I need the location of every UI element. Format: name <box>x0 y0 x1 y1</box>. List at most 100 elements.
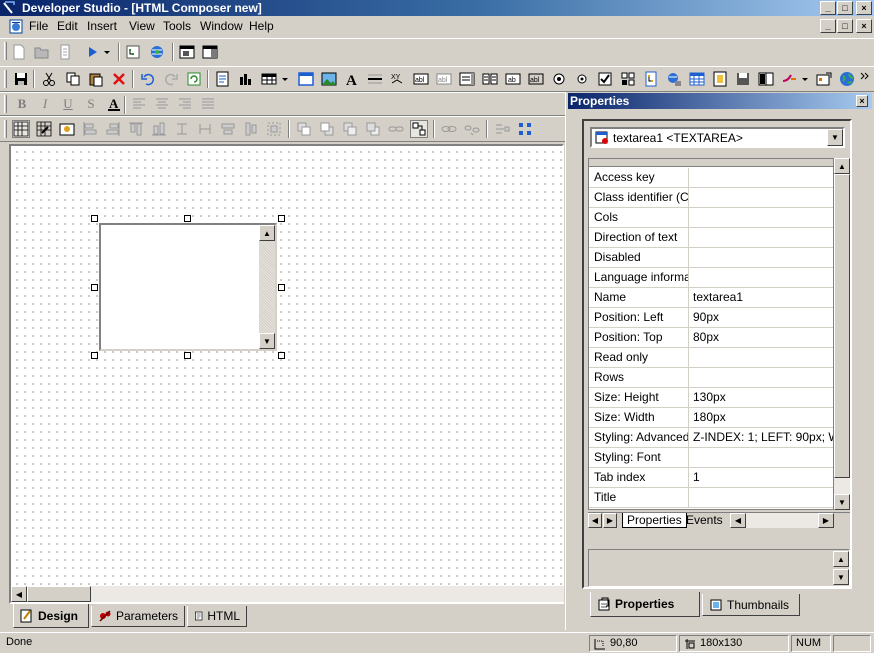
property-row[interactable]: Size: Height 130px <box>589 388 833 408</box>
menu-help[interactable]: Help <box>249 19 274 33</box>
object-selector[interactable]: textarea1 <TEXTAREA> ▼ <box>590 127 845 148</box>
image-icon[interactable] <box>320 70 338 88</box>
redo-icon[interactable] <box>162 70 180 88</box>
property-value[interactable] <box>693 208 833 228</box>
scroll-left-icon[interactable]: ◀ <box>11 586 27 602</box>
property-row[interactable]: Size: Width 180px <box>589 408 833 428</box>
checkbox-icon[interactable] <box>596 70 614 88</box>
resize-handle-s[interactable] <box>184 352 191 359</box>
web-component-icon[interactable] <box>148 43 166 61</box>
document-icon[interactable] <box>8 19 24 34</box>
toolbar-grip[interactable] <box>4 42 7 60</box>
underline-icon[interactable]: U <box>59 95 77 113</box>
resize-handle-se[interactable] <box>278 352 285 359</box>
table-dropdown-icon[interactable] <box>280 70 290 88</box>
link-icon[interactable] <box>387 120 405 138</box>
save-icon[interactable] <box>12 70 30 88</box>
resize-handle-sw[interactable] <box>91 352 98 359</box>
grid-settings-icon[interactable] <box>58 120 76 138</box>
absolute-position-icon[interactable] <box>410 120 428 138</box>
align-right-icon[interactable] <box>176 95 194 113</box>
property-value[interactable] <box>693 448 833 468</box>
property-value[interactable] <box>693 188 833 208</box>
text-icon[interactable]: A <box>343 70 361 88</box>
align-tops-icon[interactable] <box>127 120 145 138</box>
property-value[interactable] <box>693 268 833 288</box>
property-value[interactable]: 130px <box>693 388 833 408</box>
scroll-up-icon[interactable]: ▲ <box>259 225 275 241</box>
tab-thumbnails[interactable]: Thumbnails <box>702 594 800 616</box>
tab-scroll-first-icon[interactable]: ◀ <box>588 513 602 528</box>
refresh-icon[interactable] <box>185 70 203 88</box>
property-value[interactable] <box>693 488 833 508</box>
property-row[interactable]: Styling: Advanced (Z-INDEX: 1; LEFT: 90p… <box>589 428 833 448</box>
scroll-thumb[interactable] <box>27 586 91 602</box>
send-backward-icon[interactable] <box>318 120 336 138</box>
property-row[interactable]: Disabled <box>589 248 833 268</box>
globe-icon[interactable] <box>838 70 856 88</box>
resize-handle-n[interactable] <box>184 215 191 222</box>
property-row[interactable]: Position: Left 90px <box>589 308 833 328</box>
property-row[interactable]: Access key <box>589 168 833 188</box>
align-lefts-icon[interactable] <box>81 120 99 138</box>
property-value[interactable]: 80px <box>693 328 833 348</box>
radio-button-icon[interactable] <box>550 70 568 88</box>
property-grid-scrollbar[interactable]: ▲ ▼ <box>834 158 850 510</box>
property-row[interactable]: Language informatic <box>589 268 833 288</box>
scroll-down-icon[interactable]: ▼ <box>833 569 849 585</box>
hscroll-left-icon[interactable]: ◀ <box>730 513 746 528</box>
window-split-icon[interactable] <box>201 43 219 61</box>
textbox-icon[interactable]: abl <box>435 70 453 88</box>
mdi-restore-button[interactable]: □ <box>837 19 853 33</box>
new-file-icon[interactable] <box>10 43 28 61</box>
property-value[interactable]: textarea1 <box>693 288 833 308</box>
tree-view-icon[interactable] <box>124 43 142 61</box>
form-icon[interactable] <box>711 70 729 88</box>
static-text-icon[interactable]: ab <box>504 70 522 88</box>
toolbar-grip[interactable] <box>4 120 7 138</box>
bring-forward-icon[interactable] <box>295 120 313 138</box>
radio-group-icon[interactable] <box>573 70 591 88</box>
label-icon[interactable]: abl <box>412 70 430 88</box>
resize-handle-w[interactable] <box>91 284 98 291</box>
insert-object-icon[interactable] <box>815 70 833 88</box>
property-row[interactable]: Direction of text <box>589 228 833 248</box>
canvas-horizontal-scrollbar[interactable]: ◀ <box>11 586 564 602</box>
table-icon[interactable] <box>260 70 278 88</box>
grid-table-icon[interactable] <box>688 70 706 88</box>
paste-icon[interactable] <box>87 70 105 88</box>
delete-icon[interactable] <box>110 70 128 88</box>
property-row[interactable]: Title <box>589 488 833 508</box>
design-canvas[interactable]: ▲ ▼ <box>11 146 564 586</box>
property-row[interactable]: Tab index 1 <box>589 468 833 488</box>
save-form-icon[interactable] <box>734 70 752 88</box>
same-size-icon[interactable] <box>265 120 283 138</box>
hscroll-right-icon[interactable]: ▶ <box>818 513 834 528</box>
bold-icon[interactable]: B <box>13 95 31 113</box>
tab-parameters[interactable]: Parameters <box>91 606 185 627</box>
tab-properties[interactable]: Properties <box>622 513 687 528</box>
property-value[interactable] <box>693 168 833 188</box>
mdi-minimize-button[interactable]: _ <box>820 19 836 33</box>
send-to-back-icon[interactable] <box>364 120 382 138</box>
button-icon[interactable]: abl <box>527 70 545 88</box>
property-value[interactable] <box>693 248 833 268</box>
show-grid-icon[interactable] <box>12 120 30 138</box>
tab-html[interactable]: HTML <box>187 606 247 627</box>
scroll-down-icon[interactable]: ▼ <box>259 333 275 349</box>
resize-handle-ne[interactable] <box>278 215 285 222</box>
tab-events[interactable]: Events <box>682 513 727 528</box>
toolbar-grip[interactable] <box>4 95 7 113</box>
menu-insert[interactable]: Insert <box>87 19 117 33</box>
minimize-button[interactable]: _ <box>820 1 836 15</box>
property-row[interactable]: Name textarea1 <box>589 288 833 308</box>
report-icon[interactable] <box>214 70 232 88</box>
frame-icon[interactable] <box>297 70 315 88</box>
properties-close-icon[interactable]: × <box>856 95 868 107</box>
justify-icon[interactable] <box>199 95 217 113</box>
resize-handle-e[interactable] <box>278 284 285 291</box>
scroll-up-icon[interactable]: ▲ <box>834 158 850 174</box>
tab-order-icon[interactable] <box>493 120 511 138</box>
property-row[interactable]: Position: Top 80px <box>589 328 833 348</box>
strikethrough-icon[interactable]: S <box>82 95 100 113</box>
